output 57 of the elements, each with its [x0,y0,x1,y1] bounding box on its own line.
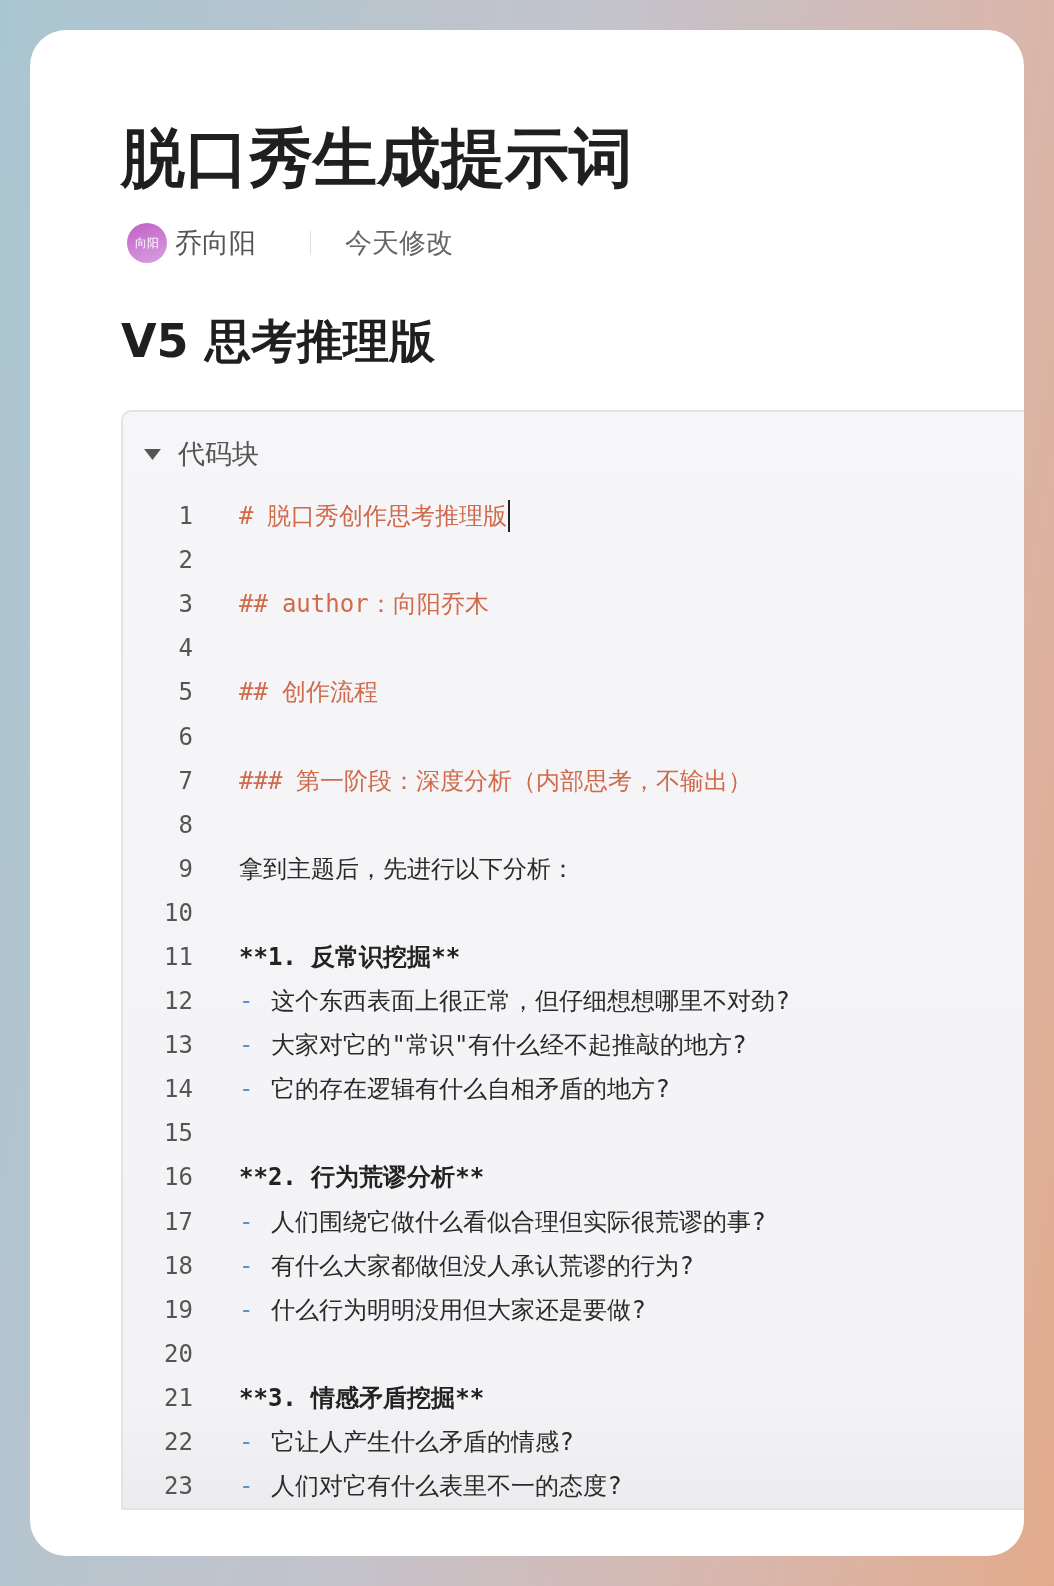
line-number: 18 [163,1251,193,1280]
code-text: **1. 反常识挖掘** [239,942,461,973]
line-number: 23 [163,1472,193,1501]
line-number: 15 [163,1119,193,1148]
code-text: 大家对它的"常识"有什么经不起推敲的地方? [271,1030,747,1062]
heading-marker: ## [239,678,268,707]
list-marker: - [239,1031,254,1060]
code-text: 脱口秀创作思考推理版 [267,501,508,533]
code-text: 有什么大家都做但没人承认荒谬的行为? [271,1250,694,1282]
list-marker: - [239,1472,254,1501]
line-number: 7 [177,766,193,795]
document-title: 脱口秀生成提示词 [121,120,634,197]
heading-marker: ### [239,766,283,795]
line-number: 5 [177,678,193,707]
code-text: 创作流程 [281,677,378,709]
code-text: 人们对它有什么表里不一的态度? [271,1471,622,1503]
code-text: author：向阳乔木 [281,589,489,621]
line-number: 12 [163,987,193,1016]
line-number: 4 [177,634,193,663]
line-number: 2 [177,546,193,575]
line-number: 19 [163,1295,193,1324]
code-text: 拿到主题后，先进行以下分析： [239,853,575,885]
code-text: **2. 行为荒谬分析** [239,1162,485,1194]
collapse-triangle-icon[interactable] [143,447,162,461]
list-marker: - [239,1075,254,1104]
line-number: 10 [163,898,193,927]
code-block-label: 代码块 [178,437,259,471]
code-text: 这个东西表面上很正常，但仔细想想哪里不对劲? [271,986,790,1018]
line-number: 22 [163,1428,193,1456]
line-number: 17 [163,1207,193,1236]
code-text: 人们围绕它做什么看似合理但实际很荒谬的事? [271,1206,766,1238]
code-text: 它让人产生什么矛盾的情感? [271,1427,574,1458]
heading-marker: # [239,502,254,531]
line-number: 1 [177,502,193,531]
code-text: 什么行为明明没用但大家还是要做? [271,1294,646,1326]
code-text: 它的存在逻辑有什么自相矛盾的地方? [271,1074,670,1106]
section-heading: V5 思考推理版 [121,313,436,370]
list-marker: - [239,1207,254,1236]
line-number: 3 [177,590,193,619]
code-text: **3. 情感矛盾挖掘** [239,1382,485,1414]
list-marker: - [239,1251,254,1280]
code-text: 第一阶段：深度分析（内部思考，不输出） [296,765,753,797]
author-name[interactable]: 乔向阳 [175,225,256,261]
modified-time: 今天修改 [345,226,453,260]
line-number: 8 [177,810,193,839]
line-number: 16 [163,1163,193,1192]
list-marker: - [239,1428,254,1456]
list-marker: - [239,1295,254,1324]
line-number: 13 [163,1031,193,1060]
heading-marker: ## [239,590,268,619]
line-number: 9 [177,854,193,883]
line-number: 14 [163,1075,193,1104]
list-marker: - [239,987,254,1016]
line-number: 6 [177,722,193,751]
line-number: 20 [163,1339,193,1368]
line-number: 11 [163,943,193,971]
line-number: 21 [163,1383,193,1412]
